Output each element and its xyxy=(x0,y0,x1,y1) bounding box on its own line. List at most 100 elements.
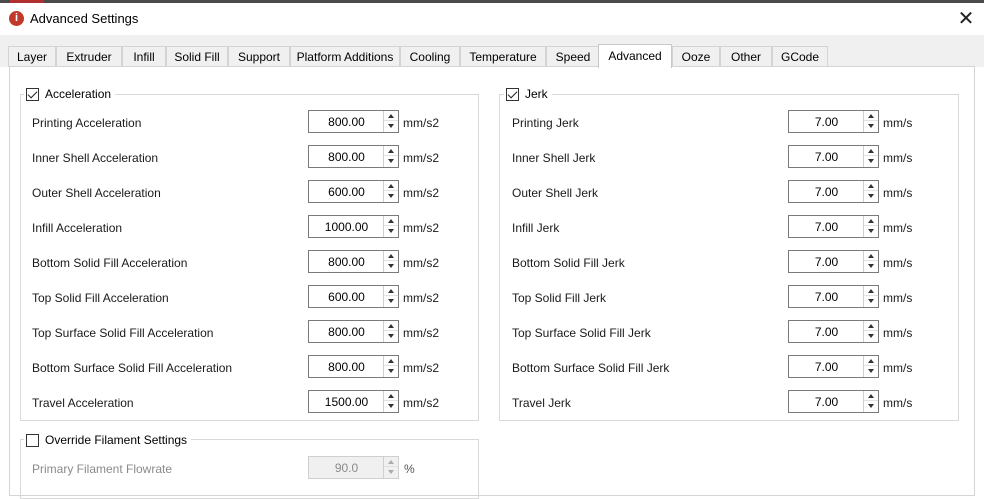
spin-down-icon[interactable] xyxy=(384,121,398,131)
travel-jerk-spinbox[interactable] xyxy=(788,390,879,413)
top-solid-fill-jerk-spinbox[interactable] xyxy=(788,285,879,308)
tab-layer[interactable]: Layer xyxy=(8,46,56,67)
spin-down-icon[interactable] xyxy=(864,331,878,341)
spin-down-icon[interactable] xyxy=(384,366,398,376)
tab-ooze[interactable]: Ooze xyxy=(672,46,720,67)
primary-filament-flowrate-spinbox[interactable] xyxy=(308,456,399,479)
spin-down-icon[interactable] xyxy=(384,331,398,341)
inner-shell-acceleration-spinbox[interactable] xyxy=(308,145,399,168)
tab-cooling[interactable]: Cooling xyxy=(400,46,460,67)
printing-acceleration-unit: mm/s2 xyxy=(403,116,439,130)
top-surface-solid-fill-acceleration-spinbox[interactable] xyxy=(308,320,399,343)
tab-temperature[interactable]: Temperature xyxy=(460,46,546,67)
jerk-checkbox[interactable] xyxy=(506,87,519,101)
filament-override-header: Override Filament Settings xyxy=(24,432,192,448)
tab-gcode[interactable]: GCode xyxy=(772,46,828,67)
tab-solid-fill[interactable]: Solid Fill xyxy=(166,46,228,67)
infill-jerk-input[interactable] xyxy=(789,216,864,237)
outer-shell-acceleration-spinbox[interactable] xyxy=(308,180,399,203)
inner-shell-jerk-input[interactable] xyxy=(789,146,864,167)
spin-down-icon[interactable] xyxy=(384,296,398,306)
spin-up-icon[interactable] xyxy=(384,181,398,191)
spin-up-icon[interactable] xyxy=(864,111,878,121)
close-button[interactable]: ✕ xyxy=(950,3,982,35)
spin-down-icon[interactable] xyxy=(864,226,878,236)
top-solid-fill-acceleration-spinbox[interactable] xyxy=(308,285,399,308)
printing-acceleration-input[interactable] xyxy=(309,111,384,132)
spin-down-icon[interactable] xyxy=(864,296,878,306)
travel-acceleration-unit: mm/s2 xyxy=(403,396,439,410)
spin-up-icon[interactable] xyxy=(384,251,398,261)
top-solid-fill-jerk-label: Top Solid Fill Jerk xyxy=(512,291,607,305)
outer-shell-acceleration-input[interactable] xyxy=(309,181,384,202)
spin-down-icon[interactable] xyxy=(384,401,398,411)
spin-down-icon[interactable] xyxy=(864,366,878,376)
printing-jerk-spinbox[interactable] xyxy=(788,110,879,133)
spin-up-icon[interactable] xyxy=(864,251,878,261)
bottom-surface-solid-fill-acceleration-label: Bottom Surface Solid Fill Acceleration xyxy=(32,361,233,375)
spin-down-icon[interactable] xyxy=(864,401,878,411)
spin-up-icon[interactable] xyxy=(384,356,398,366)
bottom-solid-fill-acceleration-input[interactable] xyxy=(309,251,384,272)
bottom-solid-fill-jerk-input[interactable] xyxy=(789,251,864,272)
top-solid-fill-acceleration-input[interactable] xyxy=(309,286,384,307)
top-surface-solid-fill-jerk-spinbox[interactable] xyxy=(788,320,879,343)
tab-other[interactable]: Other xyxy=(720,46,772,67)
tab-speed[interactable]: Speed xyxy=(546,46,600,67)
spin-up-icon[interactable] xyxy=(864,286,878,296)
spin-up-icon[interactable] xyxy=(864,356,878,366)
bottom-solid-fill-acceleration-spinbox[interactable] xyxy=(308,250,399,273)
spin-down-icon[interactable] xyxy=(864,156,878,166)
printing-jerk-input[interactable] xyxy=(789,111,864,132)
printing-acceleration-spinbox[interactable] xyxy=(308,110,399,133)
tab-support[interactable]: Support xyxy=(228,46,290,67)
spin-down-icon[interactable] xyxy=(864,261,878,271)
filament-override-checkbox[interactable] xyxy=(26,433,39,447)
tab-infill[interactable]: Infill xyxy=(122,46,166,67)
spin-down-icon[interactable] xyxy=(864,121,878,131)
spin-up-icon[interactable] xyxy=(864,321,878,331)
spin-up-icon[interactable] xyxy=(864,216,878,226)
top-surface-solid-fill-jerk-input[interactable] xyxy=(789,321,864,342)
spin-down-icon[interactable] xyxy=(384,191,398,201)
spin-up-icon[interactable] xyxy=(864,391,878,401)
top-solid-fill-jerk-input[interactable] xyxy=(789,286,864,307)
bottom-surface-solid-fill-acceleration-input[interactable] xyxy=(309,356,384,377)
spin-up-icon[interactable] xyxy=(384,286,398,296)
bottom-surface-solid-fill-acceleration-spinbox[interactable] xyxy=(308,355,399,378)
tab-extruder[interactable]: Extruder xyxy=(56,46,122,67)
app-logo-icon: i xyxy=(9,11,24,26)
inner-shell-jerk-spinbox[interactable] xyxy=(788,145,879,168)
top-surface-solid-fill-acceleration-input[interactable] xyxy=(309,321,384,342)
spin-down-icon[interactable] xyxy=(384,226,398,236)
infill-jerk-spinbox[interactable] xyxy=(788,215,879,238)
infill-acceleration-spinbox[interactable] xyxy=(308,215,399,238)
spin-up-icon[interactable] xyxy=(864,181,878,191)
spin-down-icon[interactable] xyxy=(384,467,398,477)
primary-filament-flowrate-input[interactable] xyxy=(309,457,384,478)
tab-platform-additions[interactable]: Platform Additions xyxy=(290,46,400,67)
tab-advanced[interactable]: Advanced xyxy=(598,44,672,68)
travel-acceleration-input[interactable] xyxy=(309,391,384,412)
spin-up-icon[interactable] xyxy=(384,146,398,156)
spin-down-icon[interactable] xyxy=(384,261,398,271)
bottom-surface-solid-fill-jerk-spinbox[interactable] xyxy=(788,355,879,378)
spin-up-icon[interactable] xyxy=(384,391,398,401)
spin-up-icon[interactable] xyxy=(864,146,878,156)
acceleration-checkbox[interactable] xyxy=(26,87,39,101)
travel-jerk-input[interactable] xyxy=(789,391,864,412)
spin-up-icon[interactable] xyxy=(384,321,398,331)
acceleration-title: Acceleration xyxy=(45,87,112,101)
bottom-surface-solid-fill-jerk-input[interactable] xyxy=(789,356,864,377)
outer-shell-jerk-spinbox[interactable] xyxy=(788,180,879,203)
inner-shell-acceleration-input[interactable] xyxy=(309,146,384,167)
travel-acceleration-spinbox[interactable] xyxy=(308,390,399,413)
spin-up-icon[interactable] xyxy=(384,457,398,467)
bottom-solid-fill-jerk-spinbox[interactable] xyxy=(788,250,879,273)
spin-up-icon[interactable] xyxy=(384,216,398,226)
infill-acceleration-input[interactable] xyxy=(309,216,384,237)
outer-shell-jerk-input[interactable] xyxy=(789,181,864,202)
spin-up-icon[interactable] xyxy=(384,111,398,121)
spin-down-icon[interactable] xyxy=(384,156,398,166)
spin-down-icon[interactable] xyxy=(864,191,878,201)
